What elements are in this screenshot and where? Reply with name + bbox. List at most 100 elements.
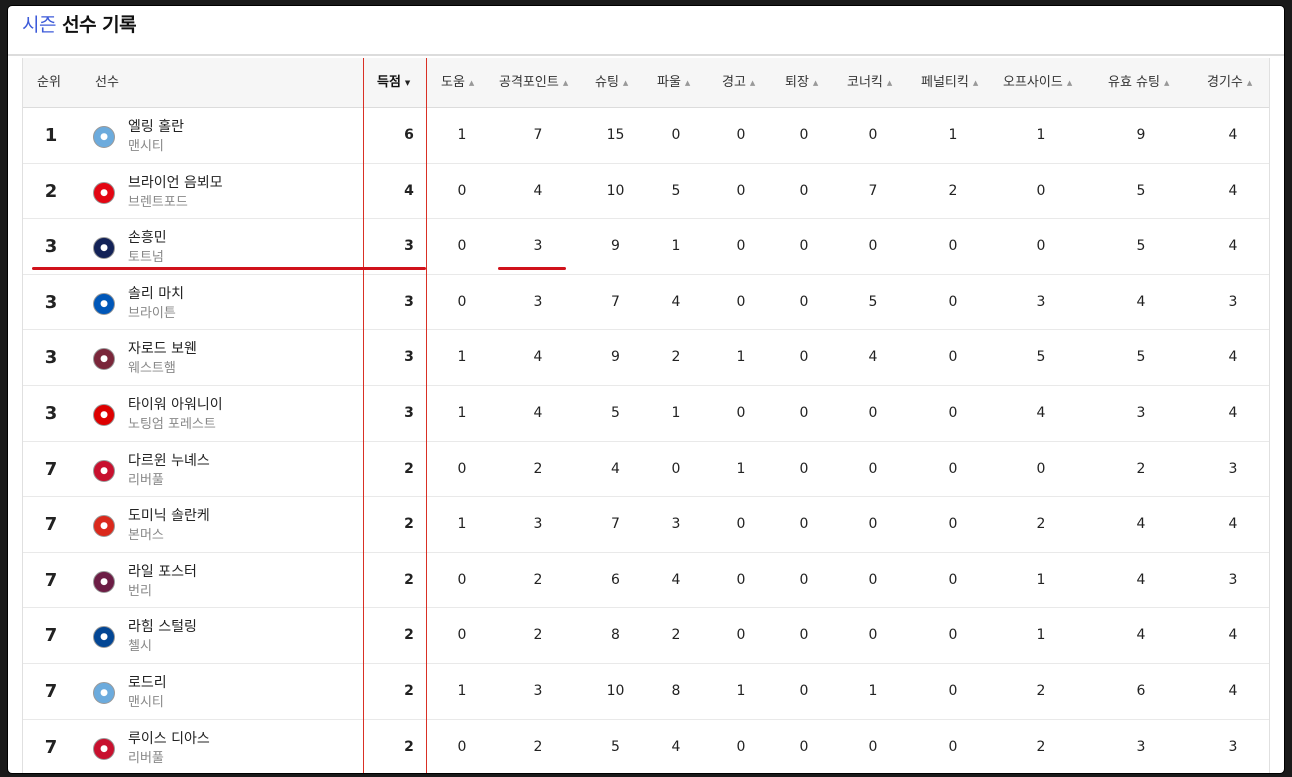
fouls-cell: 4 (671, 293, 681, 310)
player-name[interactable]: 라일 포스터 (128, 563, 197, 581)
table-row[interactable]: 1 ● 엘링 홀란 맨시티 6 1 7 15 0 0 0 0 1 1 9 4 (23, 108, 1269, 164)
table-row[interactable]: 7 ● 도미닉 솔란케 본머스 2 1 3 7 3 0 0 0 0 2 4 4 (23, 497, 1269, 553)
assists-cell: 1 (457, 127, 467, 143)
header-fouls-sort[interactable]: 파울 ▲ (657, 58, 690, 108)
attack-points-cell: 3 (533, 238, 543, 255)
corners-cell: 0 (868, 404, 878, 421)
player-name[interactable]: 로드리 (128, 674, 167, 692)
header-goals-sort[interactable]: 득점 ▼ (377, 58, 410, 108)
player-name[interactable]: 도미닉 솔란케 (128, 507, 210, 525)
penalties-cell: 2 (948, 182, 958, 199)
games-cell: 4 (1228, 627, 1238, 644)
goals-cell: 3 (404, 238, 414, 255)
red-cell: 0 (799, 571, 809, 588)
yellow-cell: 0 (736, 182, 746, 199)
red-cell: 0 (799, 127, 809, 143)
shots-cell: 4 (611, 460, 620, 477)
table-row[interactable]: 7 ● 라힘 스털링 첼시 2 0 2 8 2 0 0 0 0 1 4 4 (23, 608, 1269, 664)
attack-points-cell: 2 (533, 738, 543, 755)
yellow-cell: 0 (736, 238, 746, 255)
sort-asc-icon: ▲ (1066, 79, 1073, 87)
offsides-cell: 2 (1036, 516, 1046, 533)
goals-cell: 2 (404, 516, 414, 533)
table-row[interactable]: 3 ● 타이워 아워니이 노팅엄 포레스트 3 1 4 5 1 0 0 0 0 4 3 4 (23, 386, 1269, 442)
penalties-cell: 1 (948, 127, 958, 143)
yellow-cell: 1 (736, 460, 746, 477)
corners-cell: 0 (868, 516, 878, 533)
player-name[interactable]: 엘링 홀란 (128, 118, 184, 136)
header-yellow-sort[interactable]: 경고 ▲ (722, 58, 755, 108)
games-cell: 4 (1228, 127, 1238, 143)
fouls-cell: 8 (671, 682, 681, 699)
yellow-cell: 0 (736, 293, 746, 310)
player-name[interactable]: 루이스 디아스 (128, 730, 210, 748)
table-row[interactable]: 7 ● 라일 포스터 번리 2 0 2 6 4 0 0 0 0 1 4 3 (23, 553, 1269, 609)
corners-cell: 0 (868, 571, 878, 588)
games-cell: 4 (1228, 404, 1238, 421)
shots-cell: 15 (606, 127, 625, 143)
shots-cell: 10 (606, 682, 625, 699)
header-games-sort[interactable]: 경기수 ▲ (1207, 58, 1252, 108)
games-cell: 3 (1228, 571, 1238, 588)
rank-cell: 1 (44, 125, 58, 146)
yellow-cell: 1 (736, 682, 746, 699)
header-assists-sort[interactable]: 도움 ▲ (441, 58, 474, 108)
player-name[interactable]: 라힘 스털링 (128, 618, 197, 636)
player-name[interactable]: 다르윈 누녜스 (128, 452, 210, 470)
header-attack-points-sort[interactable]: 공격포인트 ▲ (499, 58, 568, 108)
player-name[interactable]: 브라이언 음뵈모 (128, 174, 223, 192)
table-row[interactable]: 7 ● 루이스 디아스 리버풀 2 0 2 5 4 0 0 0 0 2 3 3 (23, 720, 1269, 773)
on-target-cell: 2 (1136, 460, 1146, 477)
header-shots-sort[interactable]: 슈팅 ▲ (595, 58, 628, 108)
rank-cell: 3 (44, 347, 58, 369)
assists-cell: 0 (457, 182, 467, 199)
table-row[interactable]: 3 ● 솔리 마치 브라이튼 3 0 3 7 4 0 0 5 0 3 4 3 (23, 275, 1269, 331)
fouls-cell: 4 (671, 571, 681, 588)
yellow-cell: 0 (736, 627, 746, 644)
games-cell: 4 (1228, 238, 1238, 255)
penalties-cell: 0 (948, 682, 958, 699)
on-target-cell: 5 (1136, 182, 1146, 199)
games-cell: 4 (1228, 516, 1238, 533)
team-crest-icon: ● (93, 515, 115, 538)
header-penalties-sort[interactable]: 페널티킥 ▲ (921, 58, 978, 108)
player-team: 브렌트포드 (128, 194, 188, 210)
fouls-cell: 1 (671, 404, 681, 421)
player-name[interactable]: 손흥민 (128, 229, 167, 247)
player-name[interactable]: 솔리 마치 (128, 285, 184, 303)
player-name[interactable]: 타이워 아워니이 (128, 396, 223, 414)
assists-cell: 0 (457, 460, 467, 477)
games-cell: 4 (1228, 182, 1238, 199)
table-row[interactable]: 2 ● 브라이언 음뵈모 브렌트포드 4 0 4 10 5 0 0 7 2 0 5 4 (23, 164, 1269, 220)
table-row[interactable]: 7 ● 다르윈 누녜스 리버풀 2 0 2 4 0 1 0 0 0 0 2 3 (23, 442, 1269, 498)
player-name[interactable]: 자로드 보웬 (128, 340, 197, 358)
title-accent: 시즌 (22, 14, 56, 36)
team-crest-icon: ● (93, 292, 115, 315)
goals-cell: 3 (404, 404, 414, 421)
sort-asc-icon: ▲ (562, 79, 569, 87)
header-corners-sort[interactable]: 코너킥 ▲ (847, 58, 892, 108)
player-team: 노팅엄 포레스트 (128, 416, 216, 432)
fouls-cell: 5 (671, 182, 681, 199)
games-cell: 4 (1228, 349, 1238, 366)
goals-cell: 3 (404, 349, 414, 366)
header-offsides-sort[interactable]: 오프사이드 ▲ (1003, 58, 1072, 108)
header-red-sort[interactable]: 퇴장 ▲ (785, 58, 818, 108)
offsides-cell: 0 (1036, 238, 1046, 255)
table-row[interactable]: 3 ● 자로드 보웬 웨스트햄 3 1 4 9 2 1 0 4 0 5 5 4 (23, 330, 1269, 386)
goals-cell: 2 (404, 682, 414, 699)
shots-cell: 7 (611, 516, 620, 533)
on-target-cell: 4 (1136, 571, 1146, 588)
goals-cell: 6 (404, 127, 414, 143)
attack-points-cell: 2 (533, 460, 543, 477)
table-row[interactable]: 7 ● 로드리 맨시티 2 1 3 10 8 1 0 1 0 2 6 4 (23, 664, 1269, 720)
penalties-cell: 0 (948, 460, 958, 477)
player-team: 본머스 (128, 528, 164, 544)
fouls-cell: 2 (671, 349, 681, 366)
header-on-target-sort[interactable]: 유효 슈팅 ▲ (1108, 58, 1169, 108)
attack-points-cell: 3 (533, 516, 543, 533)
shots-cell: 7 (611, 293, 620, 310)
header-rank: 순위 (37, 75, 61, 90)
on-target-cell: 6 (1136, 682, 1146, 699)
player-team: 웨스트햄 (128, 361, 176, 377)
